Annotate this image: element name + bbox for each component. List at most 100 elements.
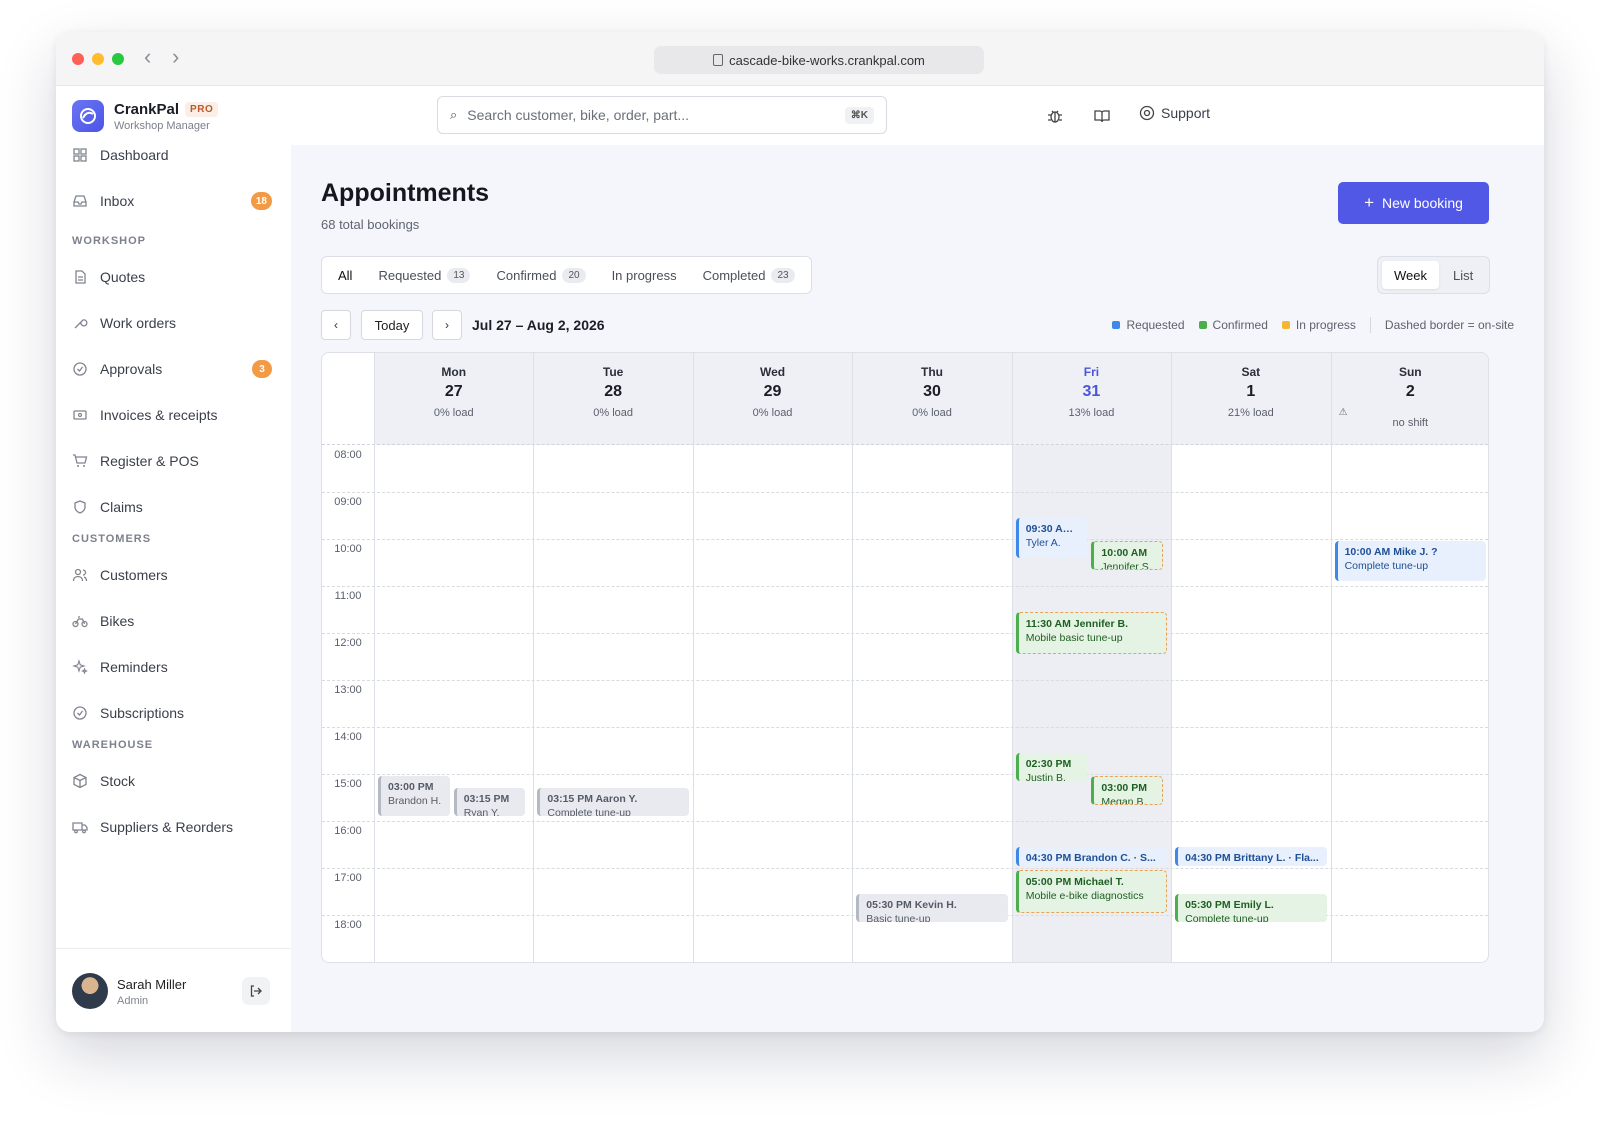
main-content: Appointments 68 total bookings + New boo… — [291, 145, 1544, 1032]
tab-all[interactable]: All — [326, 260, 364, 290]
avatar[interactable] — [72, 973, 108, 1009]
plus-icon: + — [1364, 193, 1374, 212]
sidebar-item-work-orders[interactable]: Work orders — [72, 306, 272, 340]
sidebar-item-label: Bikes — [100, 613, 135, 629]
address-bar[interactable]: cascade-bike-works.crankpal.com — [654, 46, 984, 74]
logout-button[interactable] — [242, 977, 270, 1005]
hour-label: 16:00 — [334, 825, 362, 837]
sidebar-item-label: Reminders — [100, 659, 168, 675]
tab-in-progress[interactable]: In progress — [600, 260, 689, 290]
date-range: Jul 27 – Aug 2, 2026 — [472, 317, 605, 333]
grid-icon — [72, 147, 88, 163]
appointment-event[interactable]: 05:00 PM Michael T. Mobile e-bike diagnos… — [1015, 870, 1168, 913]
new-booking-button[interactable]: + New booking — [1338, 182, 1489, 224]
appointment-title: 03:15 PM — [463, 792, 510, 805]
hour-label: 14:00 — [334, 731, 362, 743]
appointment-event[interactable]: 05:30 PM Kevin H. Basic tune-up — [856, 893, 1008, 923]
sidebar-item-label: Stock — [100, 773, 136, 789]
sidebar-item-label: Quotes — [100, 269, 146, 285]
appointment-event[interactable]: 11:30 AM Jennifer B. Mobile basic tune-up — [1015, 611, 1168, 655]
sidebar-item-suppliers-reorders[interactable]: Suppliers & Reorders — [72, 810, 272, 844]
hour-label: 18:00 — [334, 919, 362, 931]
sidebar-item-subscriptions[interactable]: Subscriptions — [72, 696, 272, 730]
maximize-window-button[interactable] — [112, 53, 124, 65]
sparkle-icon — [72, 659, 88, 675]
calendar-header-divider — [322, 353, 1488, 445]
page-title: Appointments — [321, 179, 490, 207]
tab-count: 23 — [771, 267, 795, 283]
appointment-event[interactable]: 04:30 PM Brittany L. · Fla... — [1175, 846, 1327, 866]
count-badge: 3 — [252, 360, 272, 378]
appointment-title: 11:30 AM Jennifer B. — [1025, 617, 1129, 630]
search-placeholder: Search customer, bike, order, part... — [467, 107, 690, 123]
sidebar-item-quotes[interactable]: Quotes — [72, 260, 272, 294]
brand[interactable]: CrankPal PRO Workshop Manager — [72, 100, 219, 132]
sidebar-item-dashboard[interactable]: Dashboard — [72, 138, 272, 172]
close-window-button[interactable] — [72, 53, 84, 65]
appointment-title: 02:30 PM — [1025, 757, 1072, 770]
view-toggle: Week List — [1377, 256, 1491, 294]
appointment-title: 05:00 PM Michael T. — [1025, 876, 1124, 888]
sidebar-item-bikes[interactable]: Bikes — [72, 604, 272, 638]
appointment-detail: Complete tune-up — [1344, 560, 1429, 572]
tab-label: All — [338, 267, 353, 283]
appointment-event[interactable]: 05:30 PM Emily L. Complete tune-up — [1175, 893, 1327, 923]
view-list[interactable]: List — [1441, 261, 1485, 289]
next-week-button[interactable]: › — [432, 310, 462, 340]
appointment-event[interactable]: 04:30 PM Brandon C. · S... — [1015, 846, 1168, 866]
appointment-event[interactable]: 10:00 AM Mike J. ? Complete tune-up — [1334, 541, 1486, 582]
hour-label: 13:00 — [334, 684, 362, 696]
appointment-detail: Ryan Y. — [463, 806, 500, 817]
legend-label: In progress — [1295, 318, 1356, 332]
search-shortcut: ⌘K — [844, 106, 874, 124]
support-link[interactable]: Support — [1139, 105, 1210, 121]
book-icon[interactable] — [1092, 106, 1112, 126]
appointment-title: 05:30 PM Kevin H. — [866, 898, 957, 911]
appointment-detail: Basic tune-up — [866, 912, 931, 923]
sidebar-item-reminders[interactable]: Reminders — [72, 650, 272, 684]
back-arrow-icon[interactable]: ‹ — [144, 46, 151, 68]
appointment-title: 10:00 AM — [1101, 547, 1148, 559]
status-filter-tabs: All Requested 13 Confirmed 20 In progress Comp… — [321, 256, 812, 294]
day-column-divider — [692, 353, 694, 962]
search-input[interactable]: ⌕ Search customer, bike, order, part... … — [437, 96, 887, 134]
week-calendar: Mon 27 0% load Tue 28 0% load Wed 29 0% load Thu 3… — [321, 352, 1489, 963]
hour-gridline — [322, 539, 1488, 540]
appointment-title: 03:15 PM Aaron Y. — [547, 792, 638, 805]
tab-confirmed[interactable]: Confirmed 20 — [484, 260, 597, 290]
appointment-detail: Brandon H. — [388, 795, 442, 807]
hour-label: 10:00 — [334, 543, 362, 555]
appointment-event[interactable]: 03:15 PM Ryan Y. — [453, 787, 526, 817]
tab-completed[interactable]: Completed 23 — [691, 260, 807, 290]
tab-requested[interactable]: Requested 13 — [366, 260, 482, 290]
sidebar-item-invoices-receipts[interactable]: Invoices & receipts — [72, 398, 272, 432]
hour-label: 17:00 — [334, 872, 362, 884]
appointment-event[interactable]: 03:15 PM Aaron Y. Complete tune-up — [537, 787, 689, 817]
bug-icon[interactable] — [1045, 106, 1065, 126]
sidebar-item-label: Dashboard — [100, 147, 169, 163]
legend-label: Confirmed — [1212, 318, 1268, 332]
sidebar-item-stock[interactable]: Stock — [72, 764, 272, 798]
sidebar-item-inbox[interactable]: Inbox 18 — [72, 184, 272, 218]
status-legend: Requested Confirmed In progress Dashed bord… — [1112, 317, 1514, 333]
sidebar-item-label: Subscriptions — [100, 705, 185, 721]
appointment-event[interactable]: 09:30 AM ? Tyler A. — [1015, 517, 1088, 558]
appointment-event[interactable]: 03:00 PM Brandon H. — [378, 776, 450, 817]
appointment-detail: Tyler A. — [1025, 536, 1061, 549]
sidebar-item-claims[interactable]: Claims — [72, 490, 272, 524]
prev-week-button[interactable]: ‹ — [321, 310, 351, 340]
view-week[interactable]: Week — [1382, 261, 1439, 289]
sidebar-item-approvals[interactable]: Approvals 3 — [72, 352, 272, 386]
day-column-divider — [1011, 353, 1013, 962]
browser-window: ‹ › cascade-bike-works.crankpal.com Cran… — [56, 32, 1544, 1032]
minimize-window-button[interactable] — [92, 53, 104, 65]
appointment-event[interactable]: 10:00 AM Jennifer S. — [1091, 541, 1164, 570]
lifebuoy-icon — [1139, 105, 1155, 121]
appointment-detail: Complete tune-up — [547, 806, 631, 817]
sidebar-item-register-pos[interactable]: Register & POS — [72, 444, 272, 478]
appointment-event[interactable]: 02:30 PM Justin B. — [1015, 752, 1088, 782]
today-button[interactable]: Today — [361, 310, 423, 340]
sidebar-item-customers[interactable]: Customers — [72, 558, 272, 592]
appointment-event[interactable]: 03:00 PM Megan B. — [1091, 776, 1164, 805]
forward-arrow-icon[interactable]: › — [172, 46, 179, 68]
